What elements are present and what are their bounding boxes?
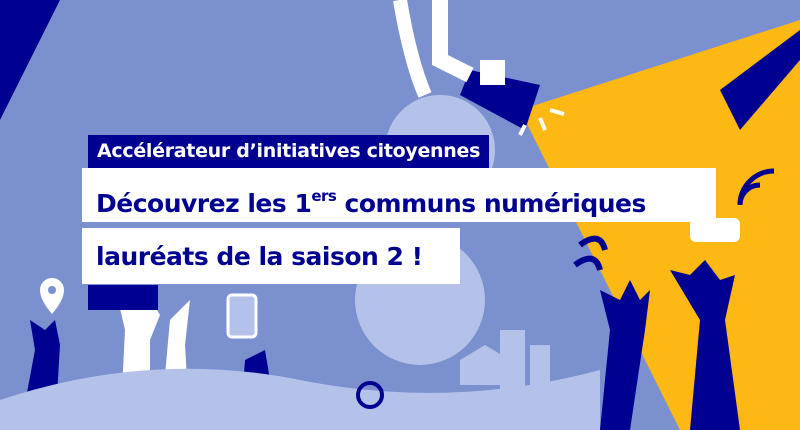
title-prefix: Découvrez les 1 (96, 189, 312, 218)
smartphone-icon (226, 293, 258, 339)
buildings (460, 330, 550, 390)
title-suffix: communs numériques (336, 189, 647, 218)
program-label: Accélérateur d’initiatives citoyennes (88, 135, 490, 168)
title-line-1: Découvrez les 1ers communs numériques (82, 168, 716, 222)
location-pin-icon (40, 278, 64, 314)
ordinal-suffix: ers (311, 187, 337, 205)
title-line-2: lauréats de la saison 2 ! (82, 228, 460, 284)
city-block (88, 285, 158, 310)
corner-shape (0, 0, 60, 120)
